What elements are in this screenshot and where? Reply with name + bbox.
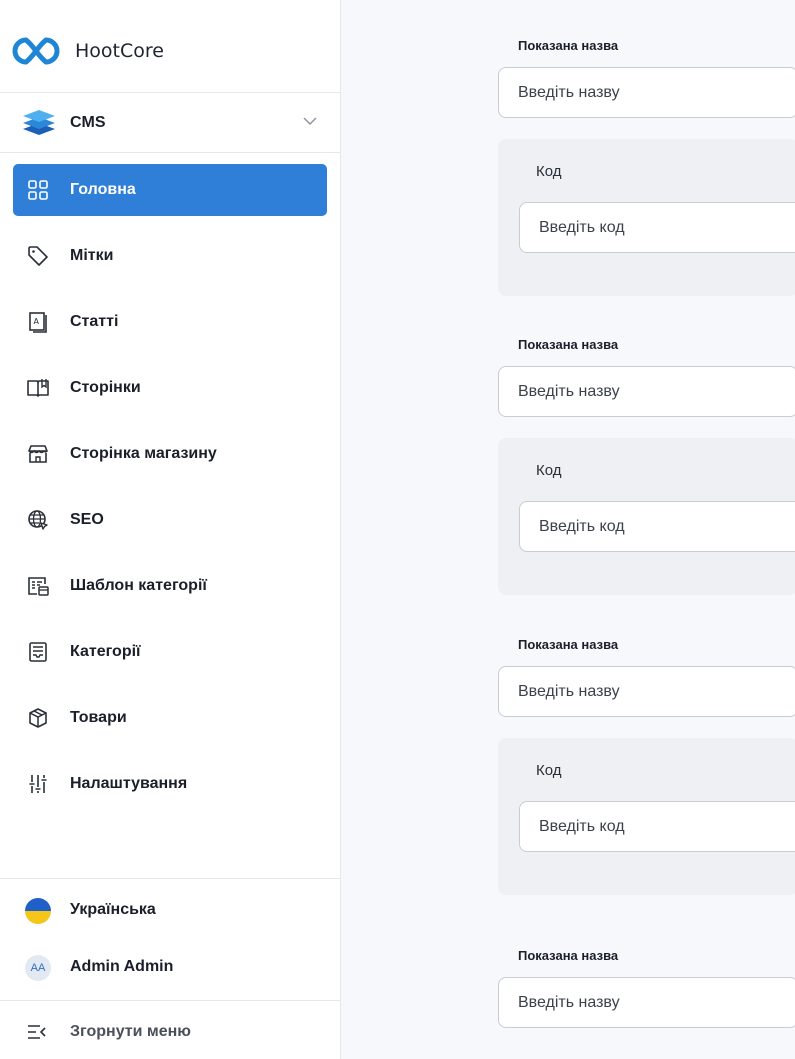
nav-item-label: Сторінка магазину	[70, 445, 217, 462]
chevron-down-icon	[303, 117, 317, 125]
display-name-input[interactable]	[498, 977, 795, 1028]
app-logo[interactable]: HootCore	[12, 36, 164, 66]
nav-item-home[interactable]: Головна	[13, 164, 327, 216]
layers-icon	[23, 110, 55, 135]
code-panel: Код	[498, 139, 795, 296]
nav-item-products[interactable]: Товари	[13, 692, 327, 744]
divider	[0, 152, 340, 153]
display-name-input[interactable]	[498, 67, 795, 118]
code-input[interactable]	[519, 501, 795, 552]
globe-cursor-icon	[28, 510, 48, 530]
nav-item-category-template[interactable]: Шаблон категорії	[13, 560, 327, 612]
code-panel: Код	[498, 438, 795, 595]
code-panel: Код	[498, 738, 795, 895]
display-name-label: Показана назва	[518, 38, 619, 53]
language-label: Українська	[70, 901, 156, 918]
nav-item-articles[interactable]: A Статті	[13, 296, 327, 348]
divider	[0, 92, 340, 93]
collapse-menu-button[interactable]: Згорнути меню	[0, 1011, 340, 1055]
grid-icon	[28, 180, 48, 200]
code-label: Код	[536, 462, 562, 479]
nav-item-tags[interactable]: Мітки	[13, 230, 327, 282]
display-name-label: Показана назва	[518, 637, 619, 652]
display-name-label: Показана назва	[518, 337, 619, 352]
sliders-icon	[29, 775, 47, 793]
store-icon	[28, 445, 48, 463]
collapse-menu-label: Згорнути меню	[70, 1023, 191, 1040]
nav-item-label: SEO	[70, 511, 104, 528]
nav-item-label: Сторінки	[70, 379, 141, 396]
display-name-label: Показана назва	[518, 948, 619, 963]
code-input[interactable]	[519, 801, 795, 852]
nav-item-label: Категорії	[70, 643, 141, 660]
nav-item-seo[interactable]: SEO	[13, 494, 327, 546]
code-label: Код	[536, 762, 562, 779]
module-selector[interactable]: CMS	[0, 94, 340, 152]
nav-item-label: Товари	[70, 709, 127, 726]
nav-item-label: Головна	[70, 181, 136, 198]
user-name: Admin Admin	[70, 958, 174, 975]
nav-item-store-page[interactable]: Сторінка магазину	[13, 428, 327, 480]
nav-item-label: Мітки	[70, 247, 114, 264]
avatar: AA	[25, 955, 51, 981]
nav-item-label: Шаблон категорії	[70, 577, 207, 594]
main-content: Показана назва Код Показана назва Код По…	[341, 14, 795, 1059]
display-name-input[interactable]	[498, 666, 795, 717]
sidebar: HootCore CMS Головна Мітки A Статті Стор…	[0, 0, 341, 1059]
divider	[0, 878, 340, 879]
collapse-menu-icon	[28, 1025, 46, 1039]
hootcore-logo-icon	[12, 37, 60, 65]
module-label: CMS	[70, 114, 106, 131]
categories-icon	[29, 642, 47, 662]
nav-item-categories[interactable]: Категорії	[13, 626, 327, 678]
nav-item-label: Статті	[70, 313, 119, 330]
book-icon	[27, 379, 49, 397]
nav-item-pages[interactable]: Сторінки	[13, 362, 327, 414]
app-name: HootCore	[75, 40, 164, 62]
svg-text:A: A	[34, 317, 40, 326]
ukraine-flag-icon	[25, 898, 51, 924]
article-icon: A	[29, 312, 47, 333]
nav-item-settings[interactable]: Налаштування	[13, 758, 327, 810]
tag-icon	[28, 246, 48, 266]
display-name-input[interactable]	[498, 366, 795, 417]
main-nav: Головна Мітки A Статті Сторінки Сторінка…	[0, 164, 340, 824]
user-menu[interactable]: AA Admin Admin	[0, 946, 340, 990]
language-selector[interactable]: Українська	[0, 889, 340, 933]
divider	[0, 1000, 340, 1001]
nav-item-label: Налаштування	[70, 775, 188, 792]
code-input[interactable]	[519, 202, 795, 253]
box-icon	[29, 708, 47, 728]
code-label: Код	[536, 163, 562, 180]
template-icon	[28, 577, 49, 596]
